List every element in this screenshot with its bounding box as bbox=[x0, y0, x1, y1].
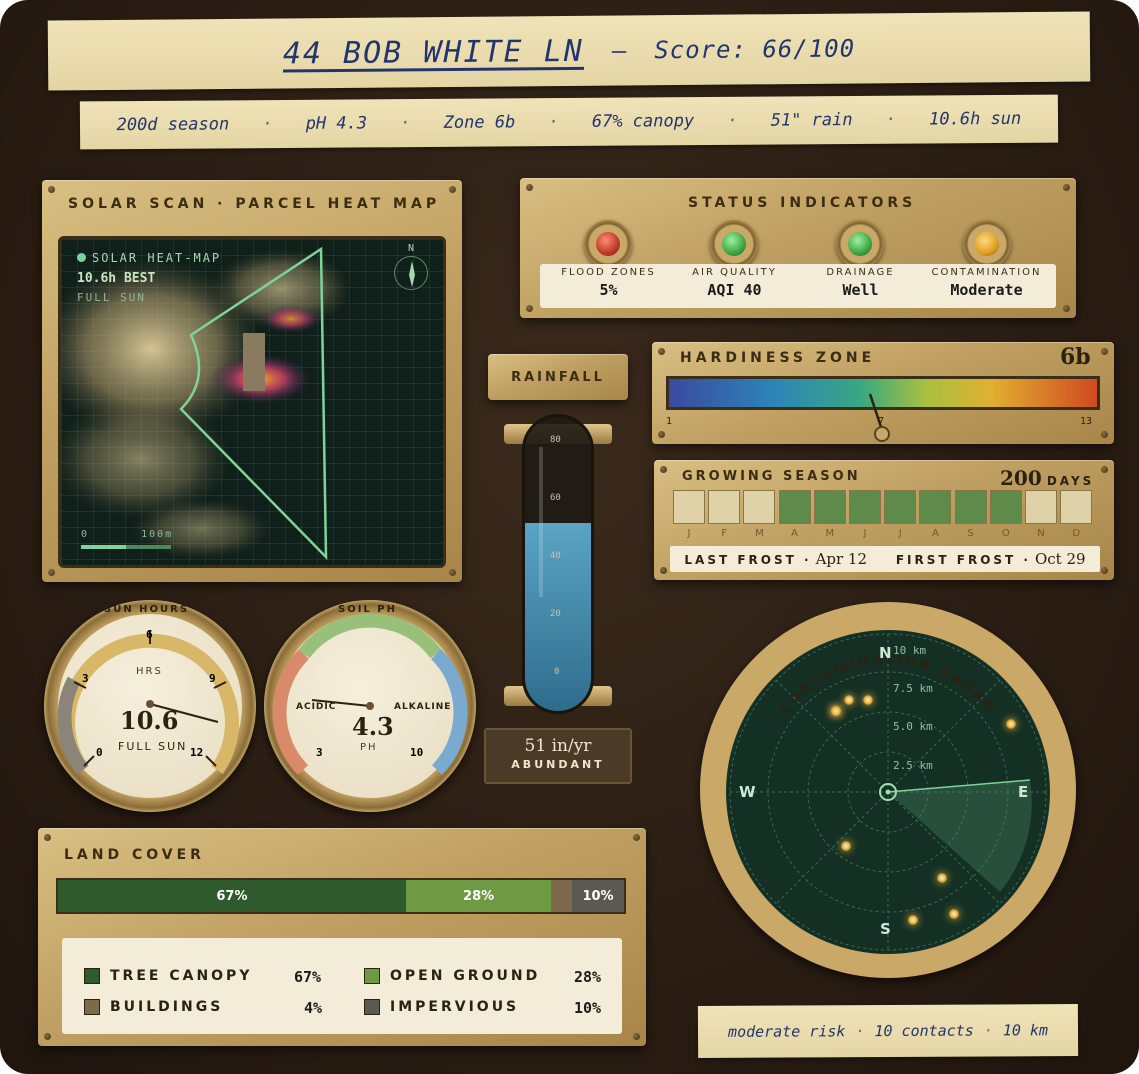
map-label: SOLAR HEAT-MAP bbox=[92, 251, 222, 265]
sun-hours-value: 10.6 bbox=[120, 706, 179, 735]
radar-contact[interactable] bbox=[908, 915, 918, 925]
radar-contact[interactable] bbox=[949, 909, 959, 919]
rainfall-label-plate: RAINFALL bbox=[488, 354, 628, 400]
scale-start: 0 bbox=[81, 529, 90, 540]
season-month-label: F bbox=[721, 528, 728, 539]
contamination-lamp-icon bbox=[963, 220, 1011, 268]
header-tape: 44 BOB WHITE LN – Score: 66/100 bbox=[47, 11, 1091, 91]
season-month-cell bbox=[849, 490, 881, 524]
season-month-label: M bbox=[755, 528, 764, 539]
ph-value: 4.3 bbox=[352, 712, 394, 741]
contact-count: 10 contacts bbox=[874, 1021, 974, 1041]
rainfall-readout: 51 in/yr ABUNDANT bbox=[484, 728, 632, 784]
property-address: 44 BOB WHITE LN bbox=[282, 33, 584, 71]
season-month-label: D bbox=[1072, 528, 1081, 539]
solar-heat-map[interactable]: SOLAR HEAT-MAP 10.6h BEST FULL SUN N 0 1… bbox=[58, 236, 446, 568]
header-separator: – bbox=[611, 36, 627, 65]
compass-icon: N bbox=[391, 243, 431, 295]
flood-value: 5% bbox=[599, 281, 618, 299]
season-month-cell bbox=[989, 490, 1022, 524]
season-month-cell bbox=[708, 490, 741, 524]
land-cover-segment: 10% bbox=[572, 880, 624, 912]
status-readout: FLOOD ZONES 5% AIR QUALITY AQI 40 DRAINAGE… bbox=[540, 264, 1056, 308]
radar-contact[interactable] bbox=[844, 695, 854, 705]
season-month-label: A bbox=[931, 528, 939, 539]
season-month-cell bbox=[884, 490, 917, 524]
summary-zone: Zone 6b bbox=[443, 112, 516, 133]
hardiness-title: HARDINESS ZONE bbox=[680, 350, 876, 366]
radar-summary-tape: moderate risk · 10 contacts · 10 km bbox=[697, 1004, 1079, 1058]
season-month-label: M bbox=[825, 528, 835, 539]
hardiness-zone-value: 6b bbox=[1060, 344, 1091, 370]
season-month-cell bbox=[813, 490, 846, 524]
land-cover-segment: 28% bbox=[405, 880, 552, 912]
season-month-cell bbox=[778, 490, 811, 524]
land-cover-bar: 67% 28% 10% bbox=[56, 878, 626, 914]
summary-ph: pH 4.3 bbox=[305, 113, 368, 134]
dashboard-board: 44 BOB WHITE LN – Score: 66/100 200d sea… bbox=[0, 0, 1139, 1074]
land-cover-segment bbox=[551, 880, 573, 912]
season-month-cell bbox=[743, 490, 776, 524]
season-title: GROWING SEASON bbox=[682, 469, 861, 484]
last-frost-date: Apr 12 bbox=[815, 550, 868, 568]
season-month-cell bbox=[1025, 490, 1057, 524]
flood-lamp-icon bbox=[584, 220, 632, 268]
risk-level: moderate risk bbox=[727, 1022, 846, 1041]
radar-contact[interactable] bbox=[831, 706, 841, 716]
radar-contact[interactable] bbox=[841, 841, 851, 851]
season-month-label: J bbox=[687, 528, 691, 539]
frost-dates: LAST FROST · Apr 12 FIRST FROST · Oct 29 bbox=[670, 546, 1100, 572]
drainage-lamp-icon bbox=[836, 220, 884, 268]
season-month-cell bbox=[1060, 490, 1093, 524]
season-month-label: O bbox=[1001, 528, 1010, 539]
land-cover-segment: 67% bbox=[58, 880, 406, 912]
map-best: 10.6h BEST bbox=[77, 271, 156, 286]
summary-canopy: 67% canopy bbox=[591, 111, 695, 132]
season-month-label: N bbox=[1037, 528, 1045, 539]
solar-scan-title: SOLAR SCAN · PARCEL HEAT MAP bbox=[68, 196, 441, 212]
map-condition: FULL SUN bbox=[77, 291, 146, 304]
radar-radius: 10 km bbox=[1002, 1021, 1049, 1040]
summary-season: 200d season bbox=[116, 114, 230, 136]
radar-contact[interactable] bbox=[1006, 719, 1016, 729]
rainfall-tube: 80 60 40 20 0 bbox=[504, 414, 612, 714]
summary-tape: 200d season · pH 4.3 · Zone 6b · 67% canopy… bbox=[79, 94, 1059, 150]
first-frost-date: Oct 29 bbox=[1034, 550, 1086, 568]
radar-contact[interactable] bbox=[863, 695, 873, 705]
land-cover-title: LAND COVER bbox=[64, 847, 205, 863]
season-month-label: A bbox=[791, 528, 799, 539]
season-month-label: J bbox=[863, 528, 867, 539]
season-month-cell bbox=[919, 490, 952, 524]
season-month-cell bbox=[673, 490, 705, 524]
air-value: AQI 40 bbox=[707, 281, 762, 299]
property-score: Score: 66/100 bbox=[654, 34, 856, 65]
season-month-label: S bbox=[967, 528, 974, 539]
contamination-value: Moderate bbox=[950, 281, 1023, 299]
summary-rain: 51" rain bbox=[770, 110, 853, 131]
season-days: 200 bbox=[1000, 466, 1042, 490]
summary-sun: 10.6h sun bbox=[929, 108, 1022, 130]
air-lamp-icon bbox=[710, 220, 758, 268]
scale-end: 100m bbox=[141, 529, 174, 540]
drainage-value: Well bbox=[842, 281, 879, 299]
land-cover-legend: TREE CANOPY 67% OPEN GROUND 28% BUILDING… bbox=[62, 938, 622, 1034]
season-month-cell bbox=[954, 490, 987, 524]
radar-contact[interactable] bbox=[937, 873, 947, 883]
status-title: STATUS INDICATORS bbox=[688, 195, 917, 211]
season-month-label: J bbox=[898, 528, 902, 539]
